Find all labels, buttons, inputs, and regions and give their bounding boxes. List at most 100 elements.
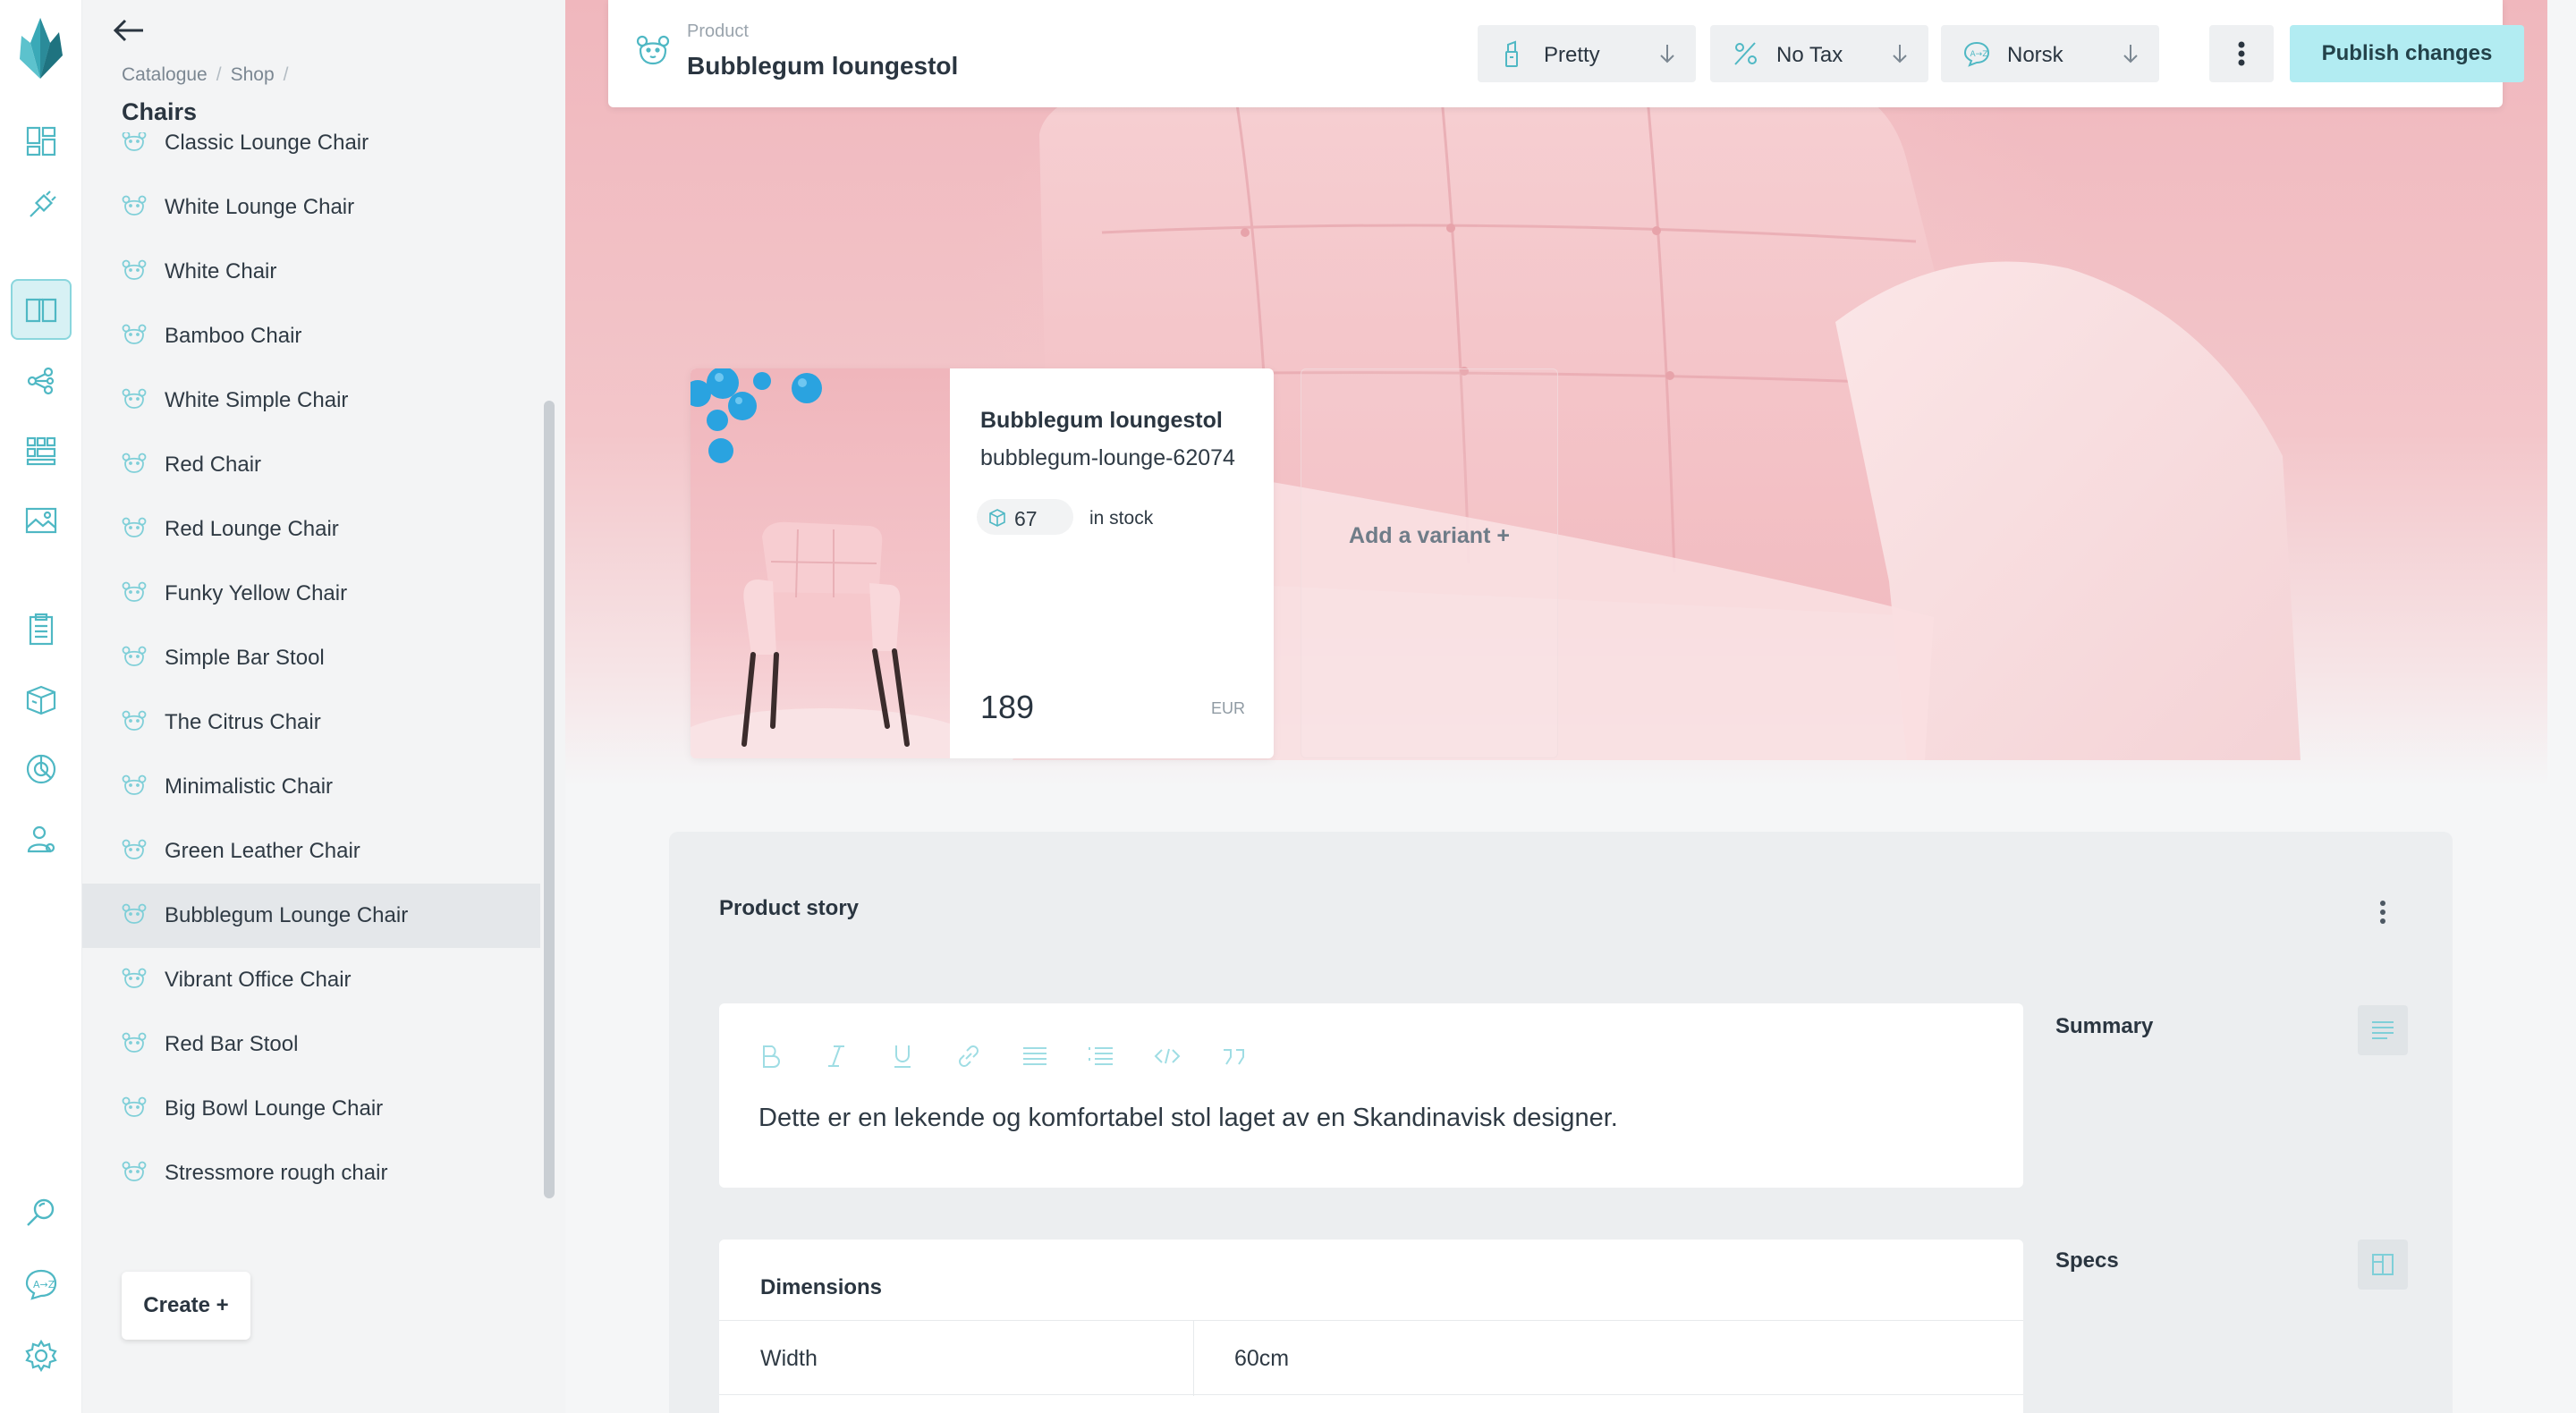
- dimension-key: Width: [760, 1346, 818, 1371]
- product-story-section: Product story Dette er en lekende og kom…: [669, 832, 2453, 1413]
- rail-subscriptions-button[interactable]: [11, 669, 72, 730]
- list-item[interactable]: White Simple Chair: [82, 368, 540, 433]
- bear-product-icon: [122, 517, 147, 537]
- more-options-button[interactable]: [2209, 25, 2274, 82]
- create-button[interactable]: Create +: [122, 1272, 250, 1340]
- tax-dropdown[interactable]: No Tax: [1710, 25, 1928, 82]
- summary-text[interactable]: Dette er en lekende og komfortabel stol …: [758, 1104, 1618, 1133]
- list-item[interactable]: Minimalistic Chair: [82, 755, 540, 819]
- book-icon: [25, 298, 57, 323]
- back-arrow-icon[interactable]: [109, 13, 148, 48]
- add-variant-button[interactable]: Add a variant +: [1301, 368, 1558, 758]
- rail-topics-button[interactable]: [11, 351, 72, 411]
- bear-product-icon: [122, 774, 147, 795]
- list-item-label: Vibrant Office Chair: [165, 968, 352, 992]
- style-dropdown[interactable]: Pretty: [1478, 25, 1696, 82]
- link-button[interactable]: [953, 1041, 984, 1071]
- list-scrollbar[interactable]: [544, 401, 555, 1198]
- underline-icon: [894, 1045, 911, 1068]
- language-icon: A→Z: [25, 1269, 57, 1300]
- svg-text:A→Z: A→Z: [33, 1279, 55, 1290]
- rail-customers-button[interactable]: [11, 808, 72, 869]
- breadcrumb-catalogue[interactable]: Catalogue: [122, 64, 208, 86]
- quote-button[interactable]: [1218, 1041, 1249, 1071]
- bold-button[interactable]: [755, 1041, 785, 1071]
- product-title: Bubblegum loungestol: [687, 52, 959, 80]
- list-item[interactable]: Red Chair: [82, 433, 540, 497]
- list-item[interactable]: Funky Yellow Chair: [82, 562, 540, 626]
- stock-badge: 67: [977, 499, 1073, 535]
- list-item-label: Bubblegum Lounge Chair: [165, 903, 409, 927]
- language-dropdown[interactable]: A→Z Norsk: [1941, 25, 2159, 82]
- style-dropdown-label: Pretty: [1544, 43, 1600, 67]
- breadcrumb-shop[interactable]: Shop: [231, 64, 275, 86]
- stock-label: in stock: [1089, 508, 1154, 529]
- arrow-down-icon: [1893, 45, 1907, 63]
- list-item[interactable]: The Citrus Chair: [82, 690, 540, 755]
- list-item-label: Red Chair: [165, 453, 262, 477]
- publish-changes-button[interactable]: Publish changes: [2290, 25, 2524, 82]
- rail-dashboard-button[interactable]: [11, 111, 72, 172]
- crystallize-logo-icon[interactable]: [16, 16, 64, 80]
- list-item[interactable]: Stressmore rough chair: [82, 1141, 540, 1206]
- rail-shapes-button[interactable]: [11, 175, 72, 236]
- list-item[interactable]: Classic Lounge Chair: [82, 132, 540, 175]
- kebab-menu-icon[interactable]: [2372, 896, 2394, 928]
- dimension-value[interactable]: 60cm: [1234, 1346, 1289, 1372]
- rail-language-button[interactable]: A→Z: [11, 1254, 72, 1315]
- list-item[interactable]: Red Bar Stool: [82, 1012, 540, 1077]
- list-item[interactable]: White Chair: [82, 240, 540, 304]
- language-icon: A→Z: [1963, 41, 1990, 67]
- rail-grids-button[interactable]: [11, 420, 72, 481]
- list-item[interactable]: White Lounge Chair: [82, 175, 540, 240]
- list-item[interactable]: Red Lounge Chair: [82, 497, 540, 562]
- bear-product-icon: [122, 1032, 147, 1053]
- list-item[interactable]: Bubblegum Lounge Chair: [82, 884, 540, 948]
- variant-card[interactable]: Bubblegum loungestol bubblegum-lounge-62…: [691, 368, 1274, 758]
- list-item[interactable]: Big Bowl Lounge Chair: [82, 1077, 540, 1141]
- rail-settings-button[interactable]: [11, 1325, 72, 1386]
- bear-product-icon: [122, 903, 147, 924]
- specs-table-icon: [2372, 1254, 2394, 1275]
- code-icon: [1154, 1048, 1181, 1064]
- list-item[interactable]: Bamboo Chair: [82, 304, 540, 368]
- kebab-menu-icon: [2238, 41, 2245, 66]
- rail-search-button[interactable]: [11, 1182, 72, 1243]
- list-item-label: White Chair: [165, 259, 277, 283]
- list-item[interactable]: Vibrant Office Chair: [82, 948, 540, 1012]
- list-item[interactable]: Green Leather Chair: [82, 819, 540, 884]
- numbered-list-button[interactable]: [1086, 1041, 1116, 1071]
- summary-label: Summary: [2055, 1014, 2154, 1038]
- product-story-title: Product story: [719, 896, 860, 920]
- numbered-list-icon: [1089, 1047, 1113, 1065]
- rail-orders-button[interactable]: [11, 599, 72, 660]
- summary-editor[interactable]: Dette er en lekende og komfortabel stol …: [719, 1003, 2023, 1188]
- bear-product-icon: [636, 35, 670, 65]
- bear-product-icon: [122, 195, 147, 216]
- rail-media-button[interactable]: [11, 490, 72, 551]
- variant-price: 189: [980, 689, 1035, 725]
- bear-product-icon: [122, 581, 147, 602]
- folder-title: Chairs: [122, 98, 198, 125]
- list-item-label: White Simple Chair: [165, 388, 349, 412]
- italic-button[interactable]: [821, 1041, 852, 1071]
- catalogue-panel: Catalogue / Shop / Chairs Classic Lounge…: [82, 0, 685, 1413]
- list-item-label: Red Lounge Chair: [165, 517, 339, 541]
- variant-currency: EUR: [1211, 699, 1246, 717]
- bear-product-icon: [122, 453, 147, 473]
- rail-analytics-button[interactable]: [11, 739, 72, 800]
- breadcrumb-separator: /: [216, 64, 222, 85]
- dimensions-title: Dimensions: [760, 1275, 883, 1299]
- product-topbar: Product Bubblegum loungestol Pretty No T…: [608, 0, 2524, 107]
- bear-product-icon: [122, 1161, 147, 1181]
- summary-type-badge: [2358, 1005, 2408, 1055]
- rail-catalogue-button[interactable]: [11, 279, 72, 340]
- bulleted-list-button[interactable]: [1020, 1041, 1050, 1071]
- list-item-label: Funky Yellow Chair: [165, 581, 348, 605]
- list-item[interactable]: Simple Bar Stool: [82, 626, 540, 690]
- bear-product-icon: [122, 1096, 147, 1117]
- code-button[interactable]: [1152, 1041, 1182, 1071]
- bear-product-icon: [122, 132, 147, 151]
- plug-icon: [30, 190, 56, 217]
- underline-button[interactable]: [887, 1041, 918, 1071]
